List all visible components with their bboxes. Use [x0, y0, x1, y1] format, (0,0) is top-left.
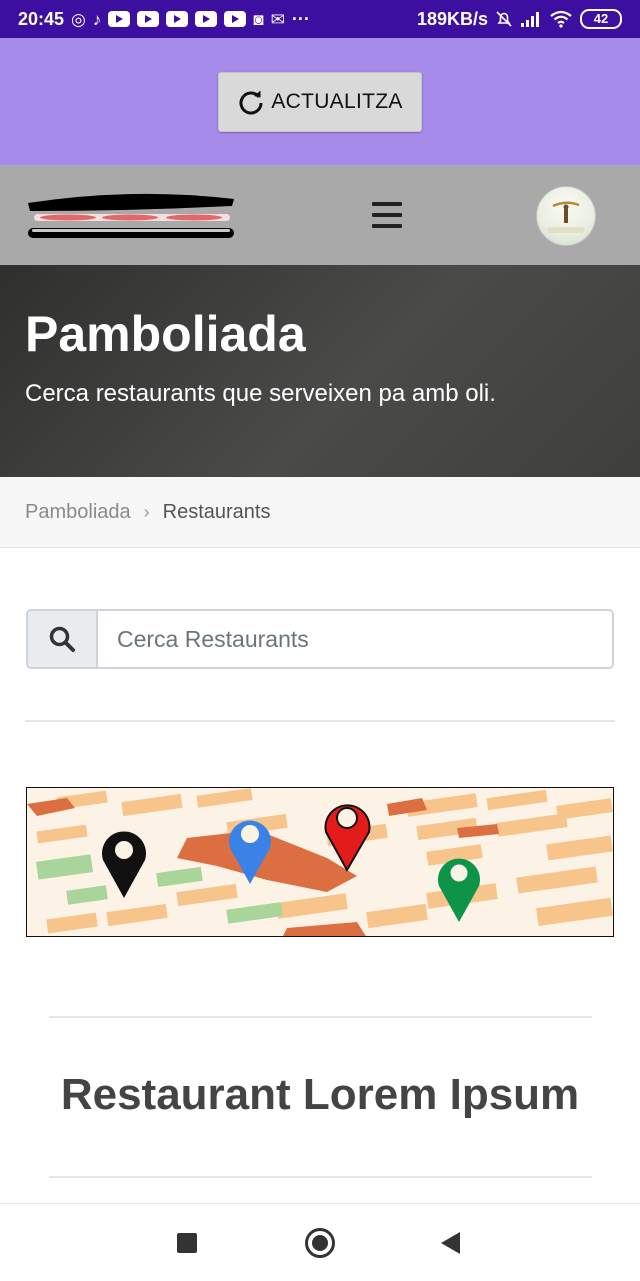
hamburger-line	[372, 213, 402, 217]
breadcrumb: Pamboliada › Restaurants	[0, 477, 640, 548]
pamboliada-logo[interactable]	[26, 189, 236, 241]
hamburger-menu-icon[interactable]	[372, 202, 402, 228]
map-illustration	[27, 788, 613, 936]
signal-icon	[521, 12, 539, 27]
youtube-icon	[195, 11, 218, 27]
wifi-icon	[550, 10, 572, 28]
avatar-image	[547, 201, 585, 233]
divider	[25, 720, 615, 722]
refresh-icon	[239, 90, 263, 114]
breadcrumb-home-link[interactable]: Pamboliada	[25, 501, 131, 524]
home-button[interactable]	[305, 1228, 335, 1258]
hero-banner: Pamboliada Cerca restaurants que serveix…	[0, 265, 640, 477]
search-icon	[49, 626, 75, 652]
hamburger-line	[372, 224, 402, 228]
bell-muted-icon	[496, 11, 512, 27]
breadcrumb-current: Restaurants	[162, 500, 271, 523]
whatsapp-icon: ◎	[71, 9, 86, 29]
instagram-icon: ◙	[253, 9, 264, 29]
battery-indicator: 42	[580, 9, 622, 29]
recent-apps-button[interactable]	[177, 1233, 197, 1253]
search-button[interactable]	[28, 611, 98, 667]
hamburger-line	[372, 202, 402, 206]
map-banner	[26, 787, 614, 937]
site-header	[0, 165, 640, 265]
refresh-band: ACTUALITZA	[0, 38, 640, 165]
page-subtitle: Cerca restaurants que serveixen pa amb o…	[25, 380, 496, 407]
youtube-icon	[224, 11, 247, 27]
refresh-button[interactable]: ACTUALITZA	[218, 71, 422, 132]
divider	[49, 1016, 592, 1018]
gmail-icon: ✉	[270, 9, 285, 29]
clock: 20:45	[18, 8, 65, 29]
status-bar-right: 189KB/s 42	[417, 9, 622, 30]
back-button[interactable]	[441, 1232, 460, 1254]
user-avatar[interactable]	[536, 186, 596, 246]
divider	[49, 1176, 592, 1178]
youtube-icon	[108, 11, 131, 27]
tiktok-icon: ♪	[92, 9, 102, 29]
more-notifications: ···	[291, 8, 310, 29]
system-navigation-bar	[0, 1203, 640, 1281]
status-bar-left: 20:45 ◎ ♪ ◙ ✉ ···	[18, 9, 310, 30]
search-group	[26, 609, 614, 669]
page-title: Pamboliada	[25, 306, 306, 362]
status-bar: 20:45 ◎ ♪ ◙ ✉ ··· 189KB/s 42	[0, 0, 640, 38]
youtube-icon	[166, 11, 189, 27]
search-input[interactable]	[98, 611, 612, 667]
restaurant-name: Restaurant Lorem Ipsum	[60, 1070, 580, 1119]
youtube-icon	[137, 11, 160, 27]
network-speed: 189KB/s	[416, 8, 488, 29]
refresh-button-label: ACTUALITZA	[271, 89, 403, 113]
breadcrumb-separator: ›	[143, 501, 150, 522]
